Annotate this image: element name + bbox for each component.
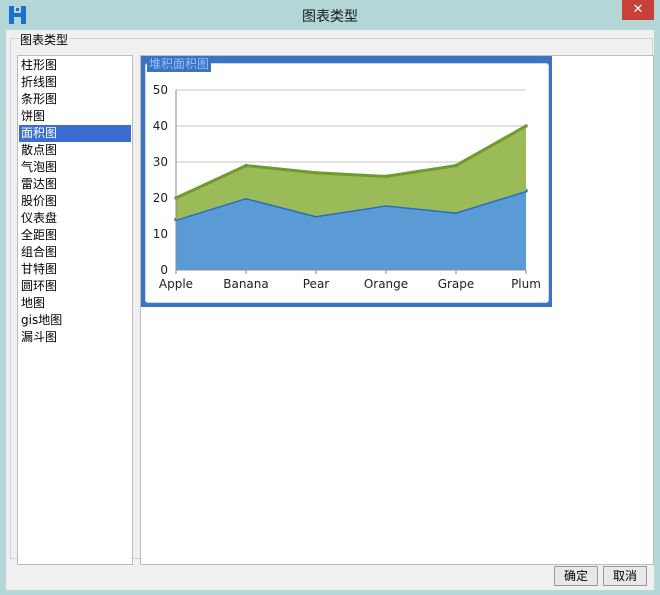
x-tick-label: Apple: [159, 277, 193, 291]
area-chart: 0 10 20 30 40 50 Apple Banana Pear Orange Grape Plu…: [153, 83, 541, 291]
cancel-button[interactable]: 取消: [603, 566, 647, 586]
chart-type-item[interactable]: 甘特图: [19, 261, 131, 278]
close-button[interactable]: ✕: [622, 0, 654, 20]
chart-preview-card[interactable]: 0 10 20 30 40 50 Apple Banana Pear Orange Grape Plu…: [141, 56, 552, 307]
x-tick-label: Orange: [364, 277, 408, 291]
data-point: [244, 163, 248, 168]
y-tick-label: 30: [153, 155, 168, 169]
chart-type-item[interactable]: 折线图: [19, 74, 131, 91]
chart-type-item[interactable]: 气泡图: [19, 159, 131, 176]
y-tick-label: 40: [153, 119, 168, 133]
x-tick-label: Plum: [511, 277, 541, 291]
chart-type-item[interactable]: 柱形图: [19, 57, 131, 74]
window-title: 图表类型: [302, 9, 358, 25]
chart-type-item[interactable]: 组合图: [19, 244, 131, 261]
data-point: [524, 124, 528, 128]
data-point: [454, 163, 458, 168]
title-bar: 图表类型 ✕: [0, 0, 660, 30]
chart-type-item[interactable]: 饼图: [19, 108, 131, 125]
chart-type-item[interactable]: 地图: [19, 295, 131, 312]
chart-type-item[interactable]: 漏斗图: [19, 329, 131, 346]
chart-type-item[interactable]: 股价图: [19, 193, 131, 210]
x-tick-label: Banana: [223, 277, 269, 291]
group-legend: 图表类型: [19, 31, 70, 48]
y-tick-label: 50: [153, 83, 168, 97]
chart-preview-frame: 0 10 20 30 40 50 Apple Banana Pear Orange Grape Plu…: [145, 63, 549, 303]
chart-type-item[interactable]: gis地图: [19, 312, 131, 329]
chart-type-item[interactable]: 雷达图: [19, 176, 131, 193]
chart-preview-panel: 0 10 20 30 40 50 Apple Banana Pear Orange Grape Plu…: [140, 55, 654, 565]
data-point: [314, 171, 318, 175]
x-tick-label: Pear: [303, 277, 330, 291]
dialog-body: 图表类型 柱形图 折线图 条形图 饼图 面积图 散点图 气泡图 雷达图 股价图 仪表盘 全距图 组合图…: [6, 30, 654, 590]
y-tick-label: 10: [153, 227, 168, 241]
ok-button[interactable]: 确定: [554, 566, 598, 586]
y-tick-label: 20: [153, 191, 168, 205]
x-tick-label: Grape: [438, 277, 475, 291]
chart-type-item[interactable]: 圆环图: [19, 278, 131, 295]
preview-label: 堆积面积图: [147, 56, 212, 72]
chart-type-item[interactable]: 全距图: [19, 227, 131, 244]
chart-type-group: 图表类型 柱形图 折线图 条形图 饼图 面积图 散点图 气泡图 雷达图 股价图 仪表盘 全距图 组合图…: [10, 31, 654, 565]
y-tick-label: 0: [160, 263, 168, 277]
chart-type-item[interactable]: 面积图: [19, 125, 131, 142]
chart-type-item[interactable]: 条形图: [19, 91, 131, 108]
data-point: [384, 174, 388, 179]
chart-type-item[interactable]: 仪表盘: [19, 210, 131, 227]
chart-type-item[interactable]: 散点图: [19, 142, 131, 159]
chart-type-list[interactable]: 柱形图 折线图 条形图 饼图 面积图 散点图 气泡图 雷达图 股价图 仪表盘 全距图 组合图 甘特图 圆环…: [17, 55, 133, 565]
